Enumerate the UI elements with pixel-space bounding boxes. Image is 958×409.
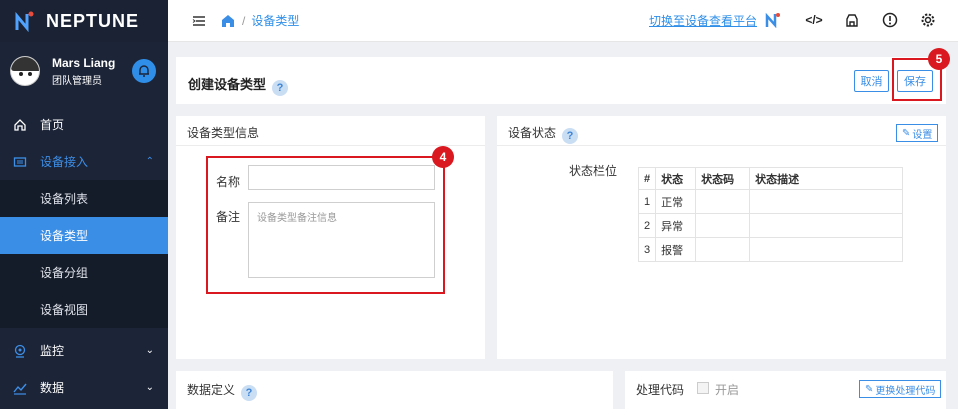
step-badge-5: 5 <box>928 48 950 70</box>
help-icon[interactable]: ? <box>562 128 579 144</box>
edit-icon: ✎ <box>865 383 874 395</box>
device-status-panel: 设备状态? ✎设置 状态栏位 # 状态 状态码 状态描述 1 正常 2 异常 <box>497 116 946 359</box>
table-cell: 2 <box>637 213 657 238</box>
avatar[interactable] <box>10 56 40 86</box>
neptune-logo-icon[interactable] <box>764 11 782 29</box>
settings-button-label: 设置 <box>912 129 933 141</box>
neptune-logo-icon <box>15 11 34 32</box>
table-row: 3 报警 <box>637 237 904 262</box>
step-badge-4: 4 <box>432 146 454 168</box>
sidebar-item-device-type[interactable]: 设备类型 <box>0 217 168 254</box>
enable-label: 开启 <box>715 383 740 397</box>
breadcrumb-separator: / <box>242 13 246 28</box>
data-icon <box>12 380 28 396</box>
table-cell[interactable] <box>695 237 751 262</box>
sidebar: NEPTUNE Mars Liang 团队管理员 首页 设备接入 ⌃ 设备列表 … <box>0 0 168 409</box>
table-cell[interactable] <box>695 189 751 214</box>
table-cell: 异常 <box>655 213 697 238</box>
user-role: 团队管理员 <box>52 75 102 87</box>
panel-title: 处理代码 <box>636 383 685 397</box>
brand-name: NEPTUNE <box>46 10 140 31</box>
status-table: # 状态 状态码 状态描述 1 正常 2 异常 3 报警 <box>637 167 904 262</box>
change-code-button[interactable]: ✎ 更换处理代码 <box>859 380 942 398</box>
user-name: Mars Liang <box>52 55 116 70</box>
sidebar-item-data[interactable]: 数据 ⌄ <box>0 369 168 406</box>
sidebar-item-device-view[interactable]: 设备视图 <box>0 291 168 328</box>
sidebar-item-label: 设备列表 <box>40 192 89 206</box>
page-header: 创建设备类型? 取消 保存 <box>176 57 946 104</box>
sidebar-item-label: 首页 <box>40 118 65 132</box>
divider <box>497 145 946 146</box>
help-icon[interactable]: ? <box>272 80 289 96</box>
user-panel: Mars Liang 团队管理员 <box>0 42 168 100</box>
table-cell[interactable] <box>695 213 751 238</box>
change-code-label: 更换处理代码 <box>875 385 936 397</box>
sidebar-item-device-access[interactable]: 设备接入 ⌃ <box>0 143 168 180</box>
shop-icon[interactable] <box>843 11 861 29</box>
notification-bell-icon[interactable] <box>132 59 156 83</box>
table-cell: 正常 <box>655 189 697 214</box>
table-header-row: # 状态 状态码 状态描述 <box>637 167 904 190</box>
column-header: 状态描述 <box>749 167 904 190</box>
settings-button[interactable]: ✎ 设置 <box>896 124 939 142</box>
sidebar-item-device-group[interactable]: 设备分组 <box>0 254 168 291</box>
cancel-button[interactable]: 取消 <box>854 70 889 92</box>
table-cell: 3 <box>637 237 657 262</box>
alert-icon[interactable] <box>881 11 899 29</box>
table-cell[interactable] <box>749 189 904 214</box>
chevron-down-icon: ⌄ <box>145 345 154 356</box>
table-cell[interactable] <box>749 237 904 262</box>
page-title: 创建设备类型 <box>188 77 267 92</box>
logo[interactable]: NEPTUNE <box>0 0 168 42</box>
table-cell: 报警 <box>655 237 697 262</box>
processing-code-panel: 处理代码 开启 ✎ 更换处理代码 <box>625 371 946 409</box>
sidebar-item-device-list[interactable]: 设备列表 <box>0 180 168 217</box>
monitor-icon <box>12 343 28 359</box>
enable-checkbox[interactable] <box>697 382 709 394</box>
panel-title: 数据定义 <box>187 383 236 397</box>
sidebar-item-label: 设备视图 <box>40 303 89 317</box>
code-icon[interactable]: </> <box>805 11 823 29</box>
help-icon[interactable]: ? <box>241 385 258 401</box>
table-row: 2 异常 <box>637 213 904 238</box>
menu-toggle-icon[interactable] <box>192 14 206 28</box>
switch-platform-link[interactable]: 切换至设备查看平台 <box>649 12 757 29</box>
home-icon <box>12 117 28 133</box>
panel-title: 设备状态 <box>508 126 557 140</box>
chevron-up-icon: ⌃ <box>145 156 154 167</box>
column-header: 状态 <box>655 167 697 190</box>
chevron-down-icon: ⌄ <box>145 382 154 393</box>
topbar: / 设备类型 切换至设备查看平台 </> <box>168 0 958 42</box>
submenu-device-access: 设备列表 设备类型 设备分组 设备视图 <box>0 180 168 328</box>
edit-icon: ✎ <box>902 127 911 139</box>
highlight-box-4 <box>206 156 445 294</box>
status-field-label: 状态栏位 <box>569 164 618 178</box>
sidebar-item-home[interactable]: 首页 <box>0 106 168 143</box>
breadcrumb[interactable]: 设备类型 <box>251 12 299 29</box>
sidebar-item-label: 设备类型 <box>40 229 89 243</box>
sidebar-item-label: 设备接入 <box>40 155 89 169</box>
column-header: 状态码 <box>695 167 751 190</box>
home-icon[interactable] <box>220 13 236 29</box>
table-cell[interactable] <box>749 213 904 238</box>
table-cell: 1 <box>637 189 657 214</box>
table-row: 1 正常 <box>637 189 904 214</box>
gear-icon[interactable] <box>919 11 937 29</box>
device-icon <box>12 154 28 170</box>
column-header: # <box>637 167 657 190</box>
sidebar-item-monitor[interactable]: 监控 ⌄ <box>0 332 168 369</box>
sidebar-item-label: 数据 <box>40 381 65 395</box>
sidebar-item-label: 监控 <box>40 344 65 358</box>
data-definition-panel: 数据定义? <box>176 371 613 409</box>
panel-title: 设备类型信息 <box>187 126 260 140</box>
sidebar-item-label: 设备分组 <box>40 266 89 280</box>
